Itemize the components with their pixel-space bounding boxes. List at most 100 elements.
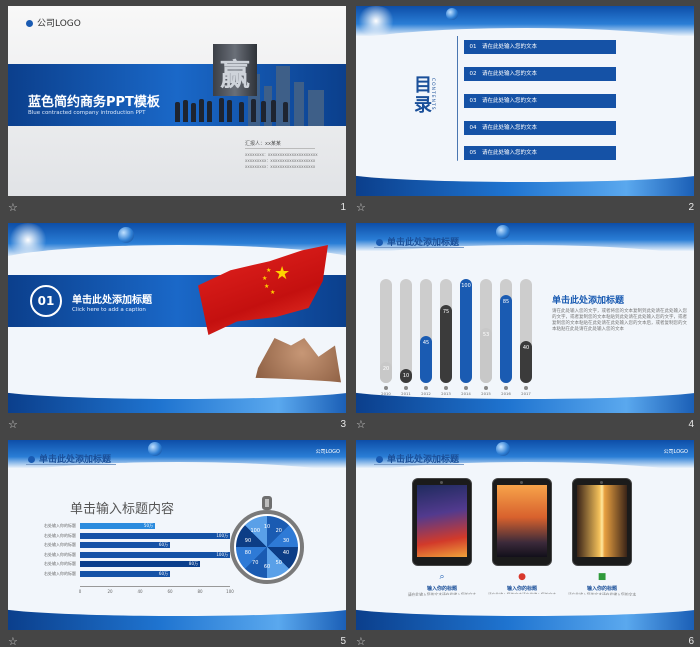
detail-line: xxxxxxxxx：xxxxxxxxxxxxxxxxxxx (245, 164, 316, 169)
toc-item[interactable]: 01 请在此处输入您的文本 (464, 40, 616, 54)
year-label: 2014 (461, 391, 471, 396)
horizontal-bar: 60万 (80, 542, 170, 548)
toc-item[interactable]: 02 请在此处输入您的文本 (464, 67, 616, 81)
slide-thumbnail-5[interactable]: 单击此处添加标题 公司LOGO 单击输入标题内容 右处输入你的标题 50万 右处输入… (8, 440, 346, 647)
pill-bar-track: 40 (520, 279, 532, 383)
stopwatch-segment-label: 30 (282, 537, 290, 544)
slide-thumbnail-2[interactable]: 目录 CONTENTS 01 请在此处输入您的文本 02 请在此处输入您的文本 03… (356, 6, 694, 222)
pill-bar-value: 45 (422, 340, 430, 347)
corner-logo: 公司LOGO (663, 449, 688, 455)
year-label: 2013 (441, 391, 451, 396)
flag-star-icon: ★ (266, 267, 272, 274)
transition-star-icon[interactable]: ☆ (356, 202, 368, 214)
horizontal-bar: 50万 (80, 523, 155, 529)
header-underline (374, 464, 464, 465)
slide-number: 3 (340, 419, 346, 430)
toc-item[interactable]: 04 请在此处输入您的文本 (464, 121, 616, 135)
transition-star-icon[interactable]: ☆ (8, 202, 20, 214)
transition-star-icon[interactable]: ☆ (8, 419, 20, 431)
horizontal-bar: 100万 (80, 532, 230, 539)
pill-bar: 85 (500, 294, 512, 383)
year-tick (444, 386, 448, 390)
pill-bar-value: 10 (402, 373, 410, 379)
globe-decoration (148, 442, 162, 456)
bar-category-label: 右处输入你的标题 (44, 551, 76, 557)
pill-bar-track: 45 (420, 279, 432, 383)
slide-thumbnail-6[interactable]: 单击此处添加标题 公司LOGO ⌕ ● ■ 输入你的标题 输入你的标题 输入你的… (356, 440, 694, 647)
year-label: 2017 (521, 391, 531, 396)
pill-bar-track: 53 (480, 279, 492, 383)
chart-heading: 单击输入标题内容 (70, 502, 175, 517)
pill-bar-track: 20 (380, 279, 392, 383)
slide-number: 4 (688, 419, 694, 430)
pill-bar-value: 20 (382, 366, 390, 373)
year-tick (524, 386, 528, 390)
slide-footer: ☆ 6 (356, 636, 694, 647)
side-title: 单击此处添加标题 (552, 296, 625, 306)
slide-footer: ☆ 5 (8, 636, 346, 647)
year-label: 2011 (401, 391, 411, 396)
stopwatch-segment-label: 100 (250, 527, 260, 534)
slide-number: 5 (340, 636, 346, 647)
slide-footer: ☆ 4 (356, 419, 694, 433)
header-underline (26, 464, 116, 465)
slide-thumbnail-1[interactable]: 公司LOGO 赢 蓝色简约商务PPT模板 Blue contracted com… (8, 6, 346, 222)
presenter-label: 汇报人：xx某某 (245, 141, 281, 147)
stopwatch-segment-label: 40 (282, 550, 290, 557)
pill-bar-value: 85 (502, 298, 510, 305)
slide-number: 2 (688, 202, 694, 213)
tower-sunset-photo (497, 485, 547, 557)
slide-number: 1 (340, 202, 346, 213)
slide-thumbnail-3[interactable]: 01 单击此处添加标题 Click here to add a caption … (8, 223, 346, 439)
year-tick (484, 386, 488, 390)
top-decoration (356, 6, 694, 68)
slide-number: 6 (688, 636, 694, 647)
section-number-badge: 01 (30, 285, 62, 317)
lock-icon: ■ (597, 572, 607, 582)
flag-star-icon: ★ (262, 275, 268, 282)
stopwatch-segment-label: 90 (244, 537, 252, 544)
section-subtitle: Click here to add a caption (72, 307, 146, 313)
slide-canvas: 公司LOGO 赢 蓝色简约商务PPT模板 Blue contracted com… (8, 6, 346, 196)
monument-sculpture: 赢 (213, 44, 257, 96)
stopwatch-segment-label: 10 (263, 524, 271, 530)
bar-axis (80, 586, 230, 587)
transition-star-icon[interactable]: ☆ (8, 636, 20, 647)
presentation-subtitle: Blue contracted company introduction PPT (28, 110, 146, 116)
year-tick (384, 386, 388, 390)
globe-decoration (496, 225, 510, 239)
stopwatch-segment-label: 80 (244, 550, 252, 557)
globe-decoration (446, 8, 458, 20)
slide-thumbnail-4[interactable]: 单击此处添加标题 单击此处添加标题 请在此处输入您的文字，或者将您的文本复制到此… (356, 223, 694, 439)
tablet-frame (572, 478, 632, 566)
year-tick (404, 386, 408, 390)
section-title: 单击此处添加标题 (72, 295, 152, 306)
globe-decoration (496, 442, 510, 456)
horizontal-bar: 60万 (80, 570, 170, 577)
corner-logo: 公司LOGO (315, 449, 340, 455)
pill-bar-track: 100 (460, 279, 472, 383)
slide-footer: ☆ 3 (8, 419, 346, 433)
pill-bar-value: 53 (482, 331, 490, 338)
pill-bar-track: 10 (400, 279, 412, 383)
flag-star-icon: ★ (274, 263, 291, 284)
bar-value-label: 60万 (158, 542, 168, 547)
bar-category-label: 右处输入你的标题 (44, 561, 76, 566)
transition-star-icon[interactable]: ☆ (356, 419, 368, 431)
bar-value-label: 100万 (216, 532, 228, 538)
pill-bar: 45 (420, 336, 432, 383)
toc-item[interactable]: 05 请在此处输入您的文本 (464, 146, 616, 160)
stopwatch-segment-label: 50 (275, 560, 282, 567)
search-icon: ⌕ (439, 572, 445, 582)
bar-axis-tick: 100 (226, 589, 234, 594)
year-tick (464, 386, 468, 390)
bar-value-label: 60万 (158, 570, 168, 576)
year-tick (504, 386, 508, 390)
card-caption: 输入你的标题 (506, 586, 537, 592)
divider (245, 148, 315, 149)
transition-star-icon[interactable]: ☆ (356, 636, 368, 647)
toc-item[interactable]: 03 请在此处输入您的文本 (464, 94, 616, 108)
card-caption: 输入你的标题 (586, 586, 617, 592)
bar-value-label: 100万 (216, 551, 228, 557)
chat-bubble-icon: ● (518, 572, 526, 582)
